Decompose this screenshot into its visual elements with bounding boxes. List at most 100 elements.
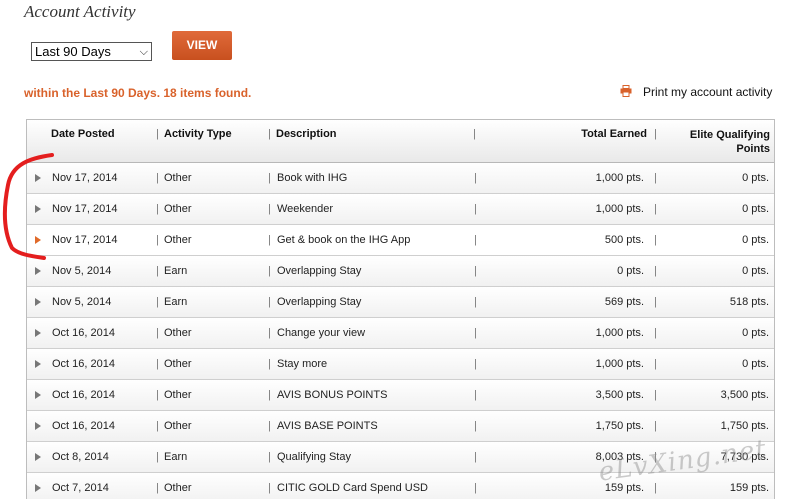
- expand-arrow-icon[interactable]: [35, 298, 41, 306]
- cell-description: Change your view: [277, 327, 366, 339]
- print-activity-label: Print my account activity: [643, 85, 773, 99]
- cell-date: Nov 5, 2014: [52, 296, 112, 308]
- cell-total-earned: 1,000 pts.: [595, 358, 644, 370]
- cell-elite-points: 518 pts.: [729, 296, 769, 308]
- cell-elite-points: 0 pts.: [742, 265, 769, 277]
- table-row[interactable]: Oct 16, 2014 | Other | AVIS BASE POINTS | 1,75…: [27, 411, 774, 442]
- column-separator: |: [654, 296, 657, 308]
- expand-arrow-icon[interactable]: [35, 391, 41, 399]
- column-separator: |: [654, 172, 657, 184]
- table-row[interactable]: Oct 16, 2014 | Other | Stay more | 1,000 pts. |…: [27, 349, 774, 380]
- column-separator: |: [268, 358, 271, 370]
- column-separator: |: [474, 265, 477, 277]
- cell-description: AVIS BONUS POINTS: [277, 389, 388, 401]
- column-separator: |: [268, 327, 271, 339]
- cell-activity-type: Earn: [164, 265, 188, 277]
- cell-description: Overlapping Stay: [277, 296, 362, 308]
- expand-arrow-icon[interactable]: [35, 422, 41, 430]
- cell-description: AVIS BASE POINTS: [277, 420, 378, 432]
- cell-activity-type: Other: [164, 234, 192, 246]
- column-separator: |: [268, 203, 271, 215]
- column-separator: |: [156, 482, 159, 494]
- column-separator: |: [474, 203, 477, 215]
- cell-activity-type: Earn: [164, 451, 188, 463]
- cell-date: Nov 17, 2014: [52, 234, 118, 246]
- cell-elite-points: 0 pts.: [742, 172, 769, 184]
- cell-date: Oct 16, 2014: [52, 389, 115, 401]
- print-activity-link[interactable]: Print my account activity: [620, 85, 772, 100]
- cell-activity-type: Other: [164, 389, 192, 401]
- column-separator: |: [654, 482, 657, 494]
- period-select[interactable]: Last 90 Days ⌵: [31, 42, 152, 61]
- activity-table: Date Posted | Activity Type | Descriptio…: [26, 119, 775, 499]
- table-row[interactable]: Oct 16, 2014 | Other | AVIS BONUS POINTS | 3,5…: [27, 380, 774, 411]
- column-separator: |: [654, 327, 657, 339]
- expand-arrow-icon[interactable]: [35, 453, 41, 461]
- column-separator: |: [474, 172, 477, 184]
- cell-date: Nov 17, 2014: [52, 203, 118, 215]
- column-separator: |: [654, 420, 657, 432]
- expand-arrow-icon[interactable]: [35, 174, 41, 182]
- header-date-posted[interactable]: Date Posted: [51, 128, 115, 140]
- cell-total-earned: 1,750 pts.: [595, 420, 644, 432]
- cell-elite-points: 0 pts.: [742, 203, 769, 215]
- cell-elite-points: 3,500 pts.: [720, 389, 769, 401]
- column-separator: |: [156, 327, 159, 339]
- expand-arrow-icon[interactable]: [35, 267, 41, 275]
- cell-description: Stay more: [277, 358, 328, 370]
- column-separator: |: [156, 172, 159, 184]
- cell-date: Oct 8, 2014: [52, 451, 109, 463]
- cell-description: CITIC GOLD Card Spend USD: [277, 482, 428, 494]
- header-description[interactable]: Description: [276, 128, 337, 140]
- column-separator: |: [156, 451, 159, 463]
- table-row[interactable]: Nov 17, 2014 | Other | Book with IHG | 1,000 p…: [27, 163, 774, 194]
- column-separator: |: [474, 451, 477, 463]
- header-elite-points[interactable]: Elite Qualifying Points: [690, 128, 770, 156]
- chevron-down-icon: ⌵: [139, 46, 148, 58]
- expand-arrow-icon[interactable]: [35, 236, 41, 244]
- expand-arrow-icon[interactable]: [35, 484, 41, 492]
- table-row[interactable]: Nov 17, 2014 | Other | Get & book on the IHG…: [27, 225, 774, 256]
- table-row[interactable]: Oct 16, 2014 | Other | Change your view | 1,00…: [27, 318, 774, 349]
- column-separator: |: [654, 389, 657, 401]
- column-separator: |: [156, 265, 159, 277]
- cell-total-earned: 1,000 pts.: [595, 327, 644, 339]
- cell-date: Oct 16, 2014: [52, 327, 115, 339]
- column-separator: |: [268, 172, 271, 184]
- table-row[interactable]: Nov 17, 2014 | Other | Weekender | 1,000 pts. |…: [27, 194, 774, 225]
- header-activity-type[interactable]: Activity Type: [164, 128, 232, 140]
- view-button[interactable]: VIEW: [172, 31, 232, 60]
- cell-activity-type: Other: [164, 172, 192, 184]
- cell-elite-points: 0 pts.: [742, 234, 769, 246]
- column-separator: |: [268, 128, 271, 140]
- printer-icon: [620, 85, 634, 100]
- expand-arrow-icon[interactable]: [35, 329, 41, 337]
- column-separator: |: [474, 420, 477, 432]
- cell-elite-points: 1,750 pts.: [720, 420, 769, 432]
- page-title: Account Activity: [24, 2, 136, 21]
- table-row[interactable]: Nov 5, 2014 | Earn | Overlapping Stay | 0 pts.…: [27, 256, 774, 287]
- table-row[interactable]: Nov 5, 2014 | Earn | Overlapping Stay | 569 pt…: [27, 287, 774, 318]
- column-separator: |: [474, 234, 477, 246]
- cell-activity-type: Other: [164, 327, 192, 339]
- column-separator: |: [268, 420, 271, 432]
- cell-total-earned: 569 pts.: [604, 296, 644, 308]
- cell-description: Get & book on the IHG App: [277, 234, 411, 246]
- cell-activity-type: Earn: [164, 296, 188, 308]
- cell-date: Oct 7, 2014: [52, 482, 109, 494]
- expand-arrow-icon[interactable]: [35, 360, 41, 368]
- expand-arrow-icon[interactable]: [35, 205, 41, 213]
- cell-total-earned: 1,000 pts.: [595, 172, 644, 184]
- header-total-earned[interactable]: Total Earned: [581, 128, 647, 140]
- column-separator: |: [473, 128, 476, 140]
- column-separator: |: [156, 203, 159, 215]
- cell-description: Overlapping Stay: [277, 265, 362, 277]
- cell-elite-points: 159 pts.: [729, 482, 769, 494]
- column-separator: |: [654, 203, 657, 215]
- cell-total-earned: 0 pts.: [617, 265, 644, 277]
- column-separator: |: [156, 234, 159, 246]
- cell-elite-points: 0 pts.: [742, 358, 769, 370]
- column-separator: |: [474, 482, 477, 494]
- cell-total-earned: 500 pts.: [604, 234, 644, 246]
- column-separator: |: [268, 389, 271, 401]
